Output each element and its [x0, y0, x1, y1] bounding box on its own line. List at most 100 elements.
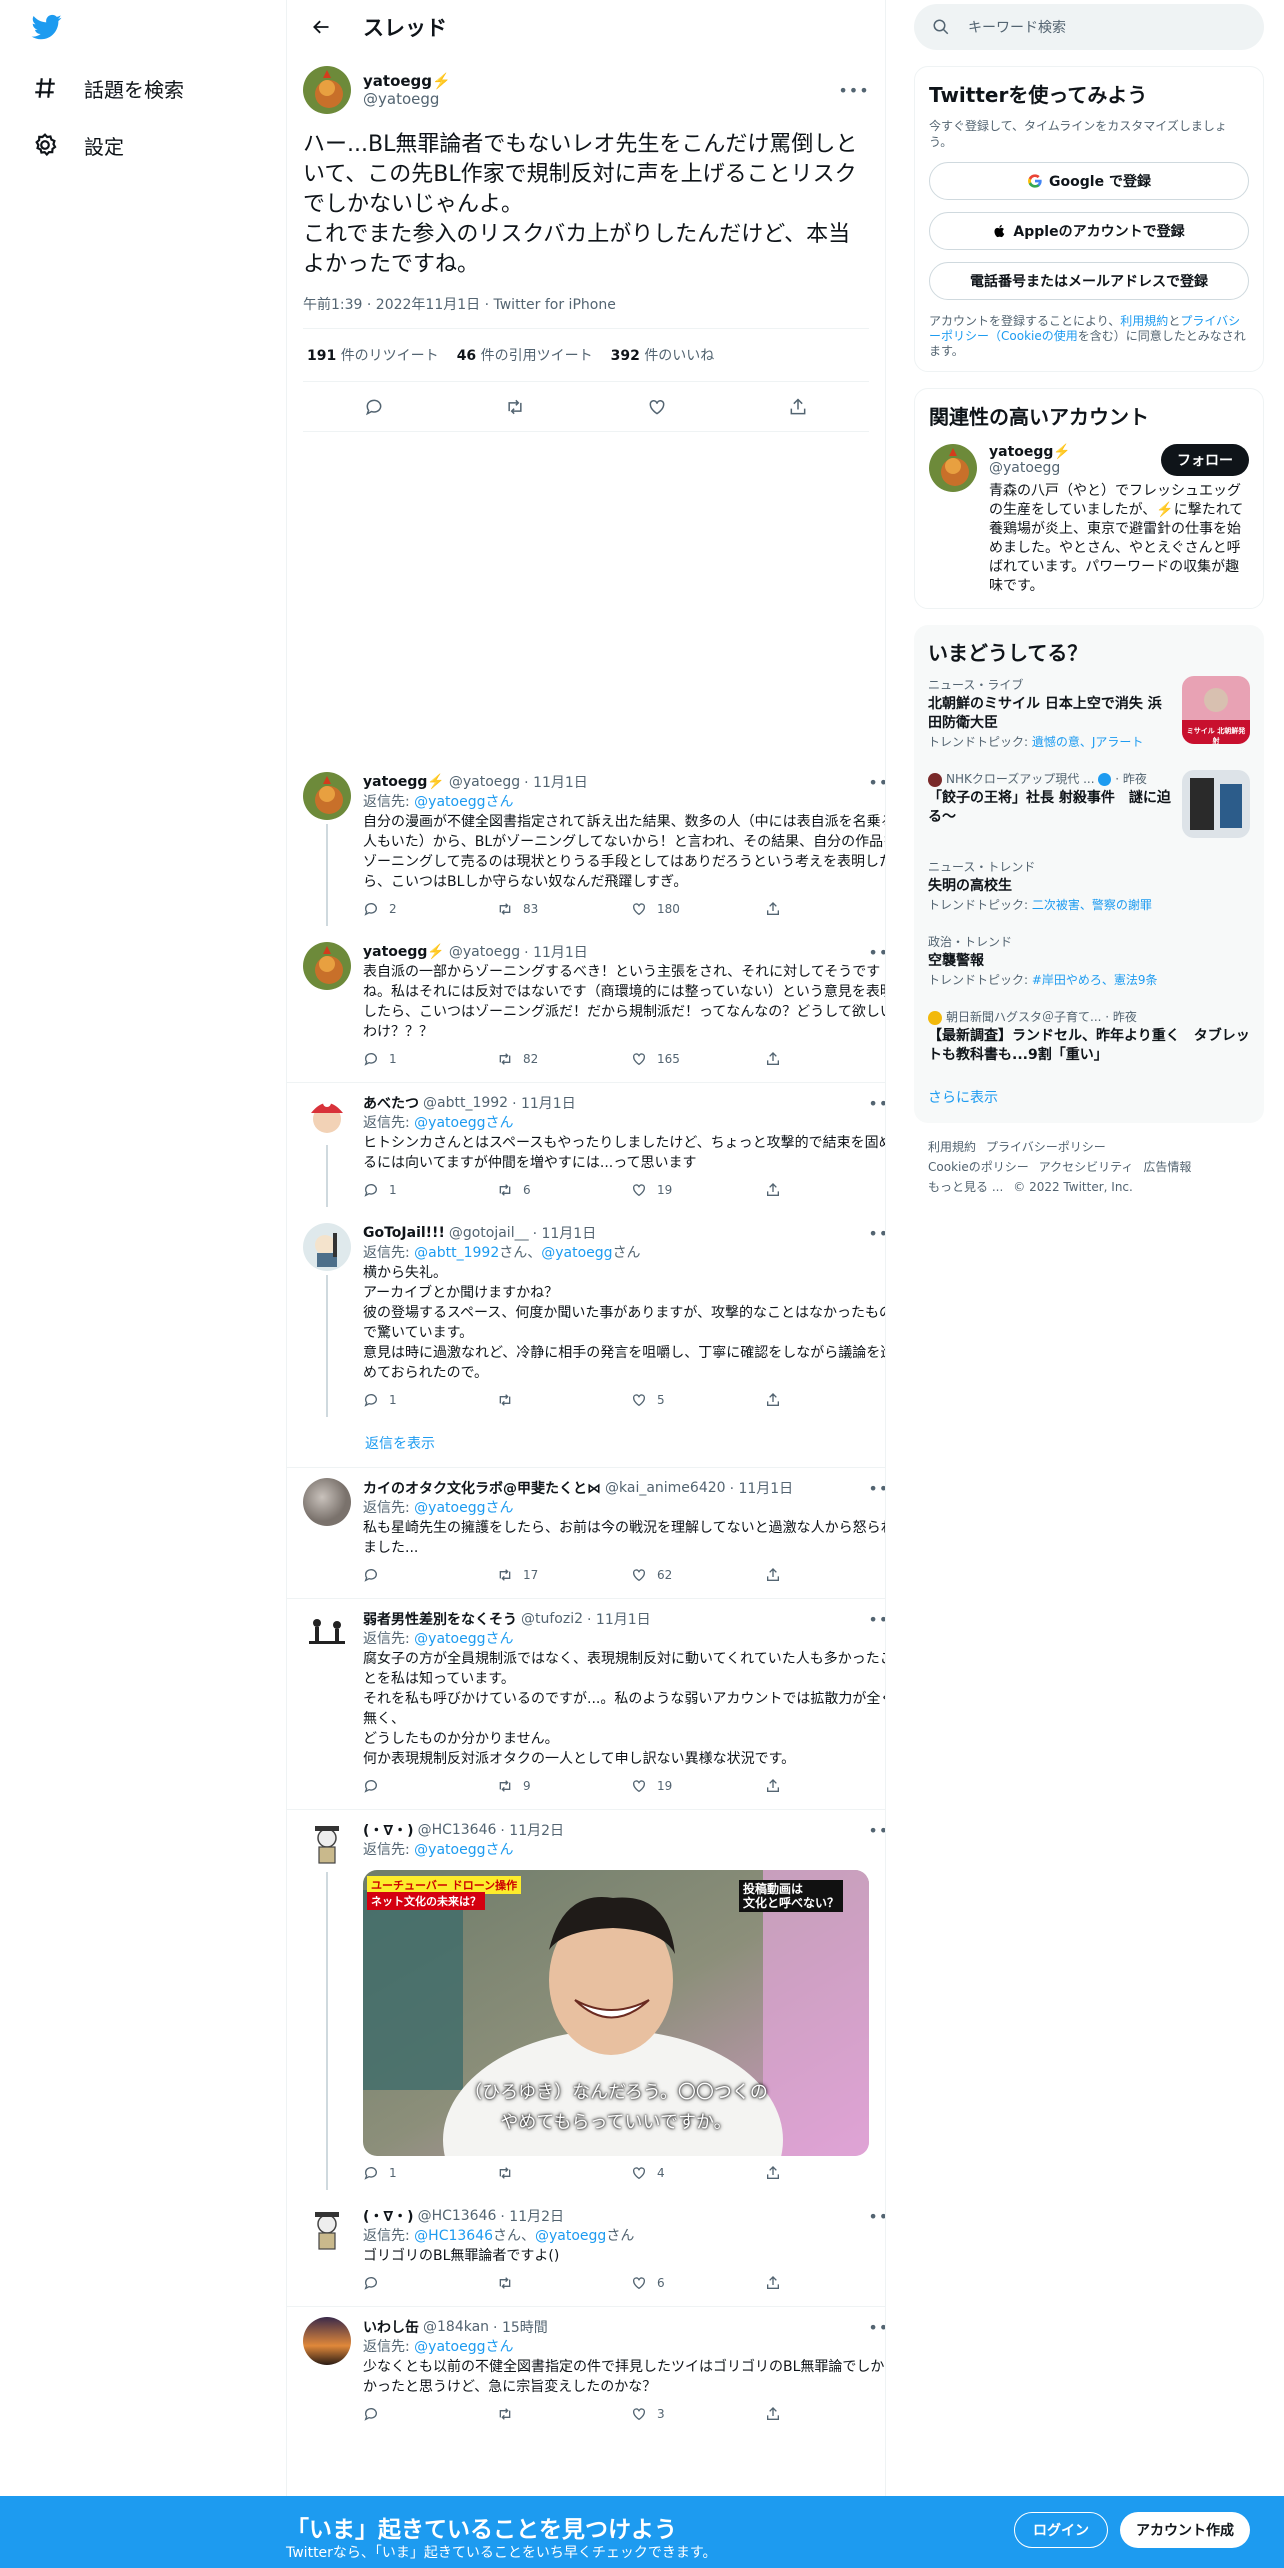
retweet-button[interactable]: [497, 2406, 631, 2422]
like-button[interactable]: 180: [631, 901, 765, 917]
reply-tweet[interactable]: yatoegg⚡️ @yatoegg · 11月1日 ••• 表自派の一部からゾ…: [287, 932, 885, 1083]
avatar[interactable]: [303, 1609, 351, 1657]
tweet-date[interactable]: · 11月1日: [587, 1609, 651, 1629]
related-name[interactable]: yatoegg⚡️: [989, 444, 1161, 460]
login-button[interactable]: ログイン: [1014, 2512, 1108, 2548]
avatar[interactable]: [303, 66, 351, 114]
like-stat[interactable]: 392 件のいいね: [611, 345, 715, 365]
avatar[interactable]: [303, 1820, 351, 1868]
share-button[interactable]: [765, 1182, 885, 1198]
quote-stat[interactable]: 46 件の引用ツイート: [457, 345, 593, 365]
author-name[interactable]: (・∇・): [363, 1820, 414, 1840]
reply-button[interactable]: [363, 2275, 497, 2291]
tweet-date[interactable]: · 11月1日: [512, 1093, 576, 1113]
retweet-button[interactable]: 17: [497, 1567, 631, 1583]
trend-item[interactable]: 政治・トレンド 空襲警報 トレンドトピック: #岸田やめろ、憲法9条: [914, 923, 1264, 998]
related-account[interactable]: yatoegg⚡️ @yatoegg フォロー 青森の八戸（やと）でフレッシュエ…: [929, 444, 1249, 596]
search-input[interactable]: キーワード検索: [968, 17, 1066, 37]
reply-button[interactable]: [363, 1778, 497, 1794]
show-more-link[interactable]: さらに表示: [914, 1075, 1264, 1111]
tweet-meta[interactable]: 午前1:39 · 2022年11月1日 · Twitter for iPhone: [303, 294, 869, 329]
related-handle[interactable]: @yatoegg: [989, 460, 1161, 476]
avatar[interactable]: [929, 444, 977, 492]
like-button[interactable]: 4: [631, 2165, 765, 2181]
reply-button[interactable]: [363, 1567, 497, 1583]
more-icon[interactable]: •••: [868, 1093, 885, 1113]
tweet-date[interactable]: · 11月1日: [524, 942, 588, 962]
trend-item[interactable]: 朝日新聞ハグスタ＠子育て... · 昨夜 【最新調査】ランドセル、昨年より重く …: [914, 998, 1264, 1075]
follow-button[interactable]: フォロー: [1161, 444, 1249, 476]
share-button[interactable]: [765, 2275, 885, 2291]
retweet-stat[interactable]: 191 件のリツイート: [307, 345, 439, 365]
retweet-button[interactable]: 82: [497, 1051, 631, 1067]
reply-tweet[interactable]: あべたつ @abtt_1992 · 11月1日 ••• 返信先: @yatoeg…: [287, 1083, 885, 1213]
more-icon[interactable]: •••: [838, 80, 869, 100]
retweet-button[interactable]: [497, 2165, 631, 2181]
reply-button[interactable]: 1: [363, 1392, 497, 1408]
retweet-button[interactable]: [497, 2275, 631, 2291]
share-button[interactable]: [765, 1051, 885, 1067]
author-handle[interactable]: @gotojail__: [449, 1225, 529, 1241]
reply-button[interactable]: 1: [363, 1182, 497, 1198]
more-icon[interactable]: •••: [868, 1223, 885, 1243]
author-handle[interactable]: @HC13646: [418, 2208, 497, 2224]
like-button[interactable]: 6: [631, 2275, 765, 2291]
avatar[interactable]: [303, 1223, 351, 1271]
share-button[interactable]: [765, 1567, 885, 1583]
author-name[interactable]: (・∇・): [363, 2206, 414, 2226]
avatar[interactable]: [303, 1093, 351, 1141]
reply-tweet[interactable]: (・∇・) @HC13646 · 11月2日 ••• 返信先: @HC13646…: [287, 2196, 885, 2307]
tweet-date[interactable]: · 11月2日: [500, 1820, 564, 1840]
reply-button[interactable]: 1: [363, 1051, 497, 1067]
share-button[interactable]: [765, 1392, 885, 1408]
reply-tweet[interactable]: 弱者男性差別をなくそう @tufozi2 · 11月1日 ••• 返信先: @y…: [287, 1599, 885, 1810]
reply-button[interactable]: 2: [363, 901, 497, 917]
like-button[interactable]: 3: [631, 2406, 765, 2422]
tweet-date[interactable]: · 11月1日: [730, 1478, 794, 1498]
author-name[interactable]: yatoegg⚡️: [363, 944, 445, 960]
avatar[interactable]: [303, 2206, 351, 2254]
more-icon[interactable]: •••: [868, 1478, 885, 1498]
retweet-button[interactable]: [497, 1392, 631, 1408]
google-signup-button[interactable]: Google で登録: [929, 162, 1249, 200]
more-icon[interactable]: •••: [868, 942, 885, 962]
tweet-date[interactable]: · 11月1日: [533, 1223, 597, 1243]
reply-tweet[interactable]: yatoegg⚡️ @yatoegg · 11月1日 ••• 返信先: @yat…: [287, 762, 885, 932]
retweet-button[interactable]: 83: [497, 901, 631, 917]
more-icon[interactable]: •••: [868, 772, 885, 792]
tweet-date[interactable]: · 15時間: [493, 2317, 548, 2337]
like-button[interactable]: 19: [631, 1778, 765, 1794]
like-button[interactable]: 165: [631, 1051, 765, 1067]
search-box[interactable]: キーワード検索: [914, 4, 1264, 50]
back-arrow-icon[interactable]: [303, 9, 339, 45]
phone-email-signup-button[interactable]: 電話番号またはメールアドレスで登録: [929, 262, 1249, 300]
reply-button[interactable]: [363, 2406, 497, 2422]
share-button[interactable]: [765, 901, 885, 917]
author-name[interactable]: 弱者男性差別をなくそう: [363, 1609, 517, 1629]
share-button[interactable]: [765, 2165, 885, 2181]
avatar[interactable]: [303, 942, 351, 990]
reply-icon[interactable]: [364, 397, 384, 417]
show-replies-link[interactable]: 返信を表示: [287, 1423, 885, 1468]
like-icon[interactable]: [647, 397, 667, 417]
tweet-date[interactable]: · 11月2日: [500, 2206, 564, 2226]
apple-signup-button[interactable]: Appleのアカウントで登録: [929, 212, 1249, 250]
author-handle[interactable]: @HC13646: [418, 1822, 497, 1838]
author-name[interactable]: GoToJail!!!: [363, 1225, 445, 1241]
avatar[interactable]: [303, 772, 351, 820]
trend-item[interactable]: NHKクローズアップ現代 ... · 昨夜 「餃子の王将」社長 射殺事件 謎に迫…: [914, 760, 1264, 848]
more-icon[interactable]: •••: [868, 1609, 885, 1629]
share-icon[interactable]: [788, 397, 808, 417]
trend-item[interactable]: ニュース・トレンド 失明の高校生 トレンドトピック: 二次被害、警察の謝罪: [914, 848, 1264, 923]
share-button[interactable]: [765, 2406, 885, 2422]
trend-item[interactable]: ニュース・ライブ 北朝鮮のミサイル 日本上空で消失 浜田防衛大臣 トレンドトピッ…: [914, 666, 1264, 760]
avatar[interactable]: [303, 2317, 351, 2365]
author-handle[interactable]: @kai_anime6420: [605, 1480, 726, 1496]
twitter-logo-icon[interactable]: [30, 12, 66, 48]
author-handle[interactable]: @tufozi2: [521, 1611, 583, 1627]
like-button[interactable]: 19: [631, 1182, 765, 1198]
retweet-button[interactable]: 9: [497, 1778, 631, 1794]
author-name[interactable]: いわし缶: [363, 2317, 419, 2337]
author-name[interactable]: あべたつ: [363, 1093, 419, 1113]
author-handle[interactable]: @yatoegg: [449, 944, 520, 960]
